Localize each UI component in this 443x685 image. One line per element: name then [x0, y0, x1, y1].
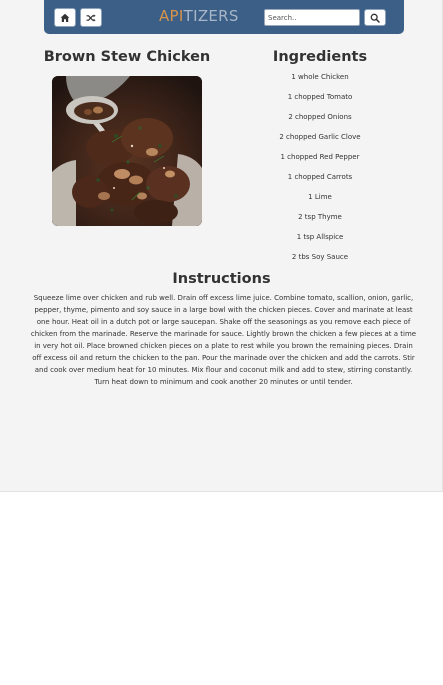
- ingredient-list: 1 whole Chicken 1 chopped Tomato 2 chopp…: [250, 72, 390, 272]
- brand-logo[interactable]: APITIZERS: [159, 7, 239, 25]
- ingredient-item: 1 whole Chicken: [291, 73, 349, 81]
- ingredient-item: 2 tsp Thyme: [298, 213, 342, 221]
- recipe-photo: [52, 76, 202, 226]
- ingredient-item: 1 chopped Tomato: [287, 93, 353, 101]
- ingredient-item: 1 chopped Red Pepper: [280, 153, 360, 161]
- page-container: APITIZERS Brown Stew Chicken: [0, 0, 443, 492]
- ingredient-item: 2 chopped Garlic Clove: [279, 133, 361, 141]
- ingredients-heading: Ingredients: [272, 49, 368, 65]
- ingredient-item: 1 tsp Allspice: [296, 233, 344, 241]
- ingredient-item: 2 chopped Onions: [288, 113, 352, 121]
- instructions-text: Squeeze lime over chicken and rub well. …: [30, 294, 417, 386]
- search-icon: [370, 13, 380, 23]
- brand-logo-part2: TIZERS: [183, 7, 239, 25]
- ingredient-item: 1 chopped Carrots: [287, 173, 353, 181]
- search-button[interactable]: [364, 9, 386, 26]
- shuffle-icon: [86, 13, 96, 22]
- brand-logo-part1: API: [159, 7, 184, 25]
- ingredient-item: 1 Lime: [308, 193, 332, 201]
- ingredient-item: 2 tbs Soy Sauce: [291, 253, 349, 261]
- random-recipe-button[interactable]: [80, 8, 102, 27]
- recipe-title: Brown Stew Chicken: [43, 49, 211, 65]
- home-icon: [60, 13, 70, 22]
- stew-illustration: [52, 76, 202, 226]
- instructions-heading: Instructions: [172, 271, 271, 287]
- search-input[interactable]: [264, 9, 360, 26]
- navbar: APITIZERS: [44, 0, 404, 34]
- home-button[interactable]: [54, 8, 76, 27]
